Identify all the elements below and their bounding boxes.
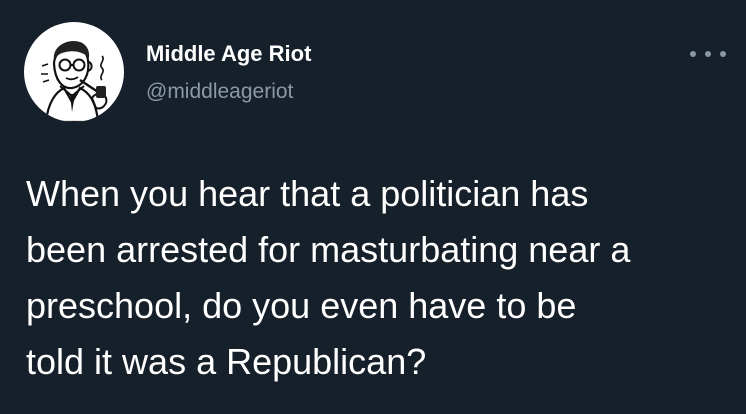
more-dot [705, 51, 711, 57]
vintage-man-avatar-icon [41, 40, 108, 122]
more-options-icon[interactable] [690, 44, 726, 64]
user-handle[interactable]: @middleageriot [146, 80, 293, 104]
more-dot [690, 51, 696, 57]
more-dot [720, 51, 726, 57]
avatar[interactable] [24, 22, 124, 122]
display-name[interactable]: Middle Age Riot [146, 41, 311, 67]
tweet-text: When you hear that a politician has been… [26, 173, 631, 382]
tweet-card: Middle Age Riot @middleageriot When you … [0, 0, 746, 414]
